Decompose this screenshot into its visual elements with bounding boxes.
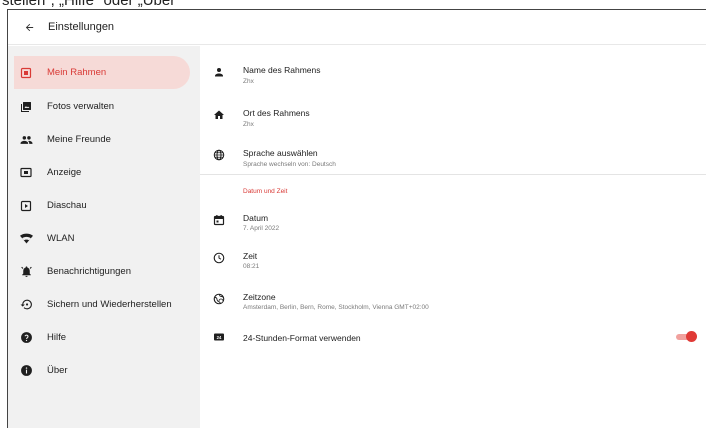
backup-restore-icon [19,298,33,312]
frame-name-setting[interactable]: Name des Rahmens Zhx [200,55,706,89]
settings-content: Name des Rahmens Zhx Ort des Rahmens Zhx… [200,46,706,428]
arrow-back-icon [25,23,33,31]
home-icon [212,108,226,122]
frame-icon [19,66,33,80]
svg-text:24: 24 [217,335,222,340]
settings-sidebar: Mein Rahmen Fotos verwalten Meine Freund… [8,46,200,428]
slideshow-icon [19,199,33,213]
section-header-datum-und-zeit: Datum und Zeit [243,188,288,195]
sidebar-item-benachrichtigungen[interactable]: Benachrichtigungen [14,255,190,288]
sidebar-item-label: Diaschau [47,200,87,211]
sidebar-item-fotos-verwalten[interactable]: Fotos verwalten [14,90,190,123]
frame-name-title: Name des Rahmens [243,65,321,75]
sidebar-item-label: Über [47,365,68,376]
sidebar-item-meine-freunde[interactable]: Meine Freunde [14,123,190,156]
sidebar-item-label: Benachrichtigungen [47,266,131,277]
timezone-globe-icon [212,292,226,306]
app-window: Einstellungen Mein Rahmen Fotos verwalte… [7,9,706,428]
date-setting[interactable]: Datum 7. April 2022 [200,203,706,237]
sidebar-item-anzeige[interactable]: Anzeige [14,156,190,189]
clock-icon [212,251,226,265]
sidebar-item-sichern-und-wiederherstellen[interactable]: Sichern und Wiederherstellen [14,288,190,321]
sidebar-item-diaschau[interactable]: Diaschau [14,189,190,222]
time-title: Zeit [243,251,258,261]
sidebar-item-wlan[interactable]: WLAN [14,222,190,255]
format-24h-icon: 24 [212,330,226,344]
sidebar-item-label: Sichern und Wiederherstellen [47,299,172,310]
wifi-icon [19,232,33,246]
sidebar-item-label: Meine Freunde [47,134,111,145]
format-24h-title: 24-Stunden-Format verwenden [243,333,361,343]
date-title: Datum [243,213,269,223]
language-setting[interactable]: Sprache auswählen Sprache wechseln von: … [200,138,706,172]
frame-name-value: Zhx [243,78,254,85]
timezone-title: Zeitzone [243,292,276,302]
language-value: Sprache wechseln von: Deutsch [243,161,336,168]
date-value: 7. April 2022 [243,225,280,232]
people-icon [19,133,33,147]
bell-icon [19,265,33,279]
format-24h-setting[interactable]: 24 24-Stunden-Format verwenden [200,320,706,354]
globe-icon [212,148,226,162]
sidebar-item-label: WLAN [47,233,75,244]
sidebar-item-mein-rahmen[interactable]: Mein Rahmen [14,56,190,89]
frame-location-title: Ort des Rahmens [243,108,310,118]
info-icon [19,364,33,378]
format-24h-toggle[interactable] [676,331,697,343]
sidebar-item-label: Mein Rahmen [47,67,107,78]
time-setting[interactable]: Zeit 08:21 [200,241,706,275]
person-icon [212,65,226,79]
caption-text: stellen", „Hilfe" oder „Über" [2,0,181,9]
sidebar-item-label: Anzeige [47,167,82,178]
back-button[interactable] [14,12,44,42]
help-icon [19,331,33,345]
photo-library-icon [19,100,33,114]
page-title: Einstellungen [48,21,115,33]
language-title: Sprache auswählen [243,148,318,158]
calendar-icon [212,213,226,227]
frame-location-setting[interactable]: Ort des Rahmens Zhx [200,98,706,132]
sidebar-item-ueber[interactable]: Über [14,354,190,387]
app-bar: Einstellungen [8,10,706,45]
timezone-value: Amsterdam, Berlin, Bern, Rome, Stockholm… [243,304,429,311]
time-value: 08:21 [243,263,260,270]
toggle-thumb [686,331,697,342]
sidebar-item-hilfe[interactable]: Hilfe [14,321,190,354]
timezone-setting[interactable]: Zeitzone Amsterdam, Berlin, Bern, Rome, … [200,282,706,316]
section-divider [200,174,706,175]
sidebar-item-label: Hilfe [47,332,67,343]
caption-strip: stellen", „Hilfe" oder „Über" [0,0,706,9]
frame-location-value: Zhx [243,121,254,128]
display-icon [19,166,33,180]
sidebar-item-label: Fotos verwalten [47,101,115,112]
